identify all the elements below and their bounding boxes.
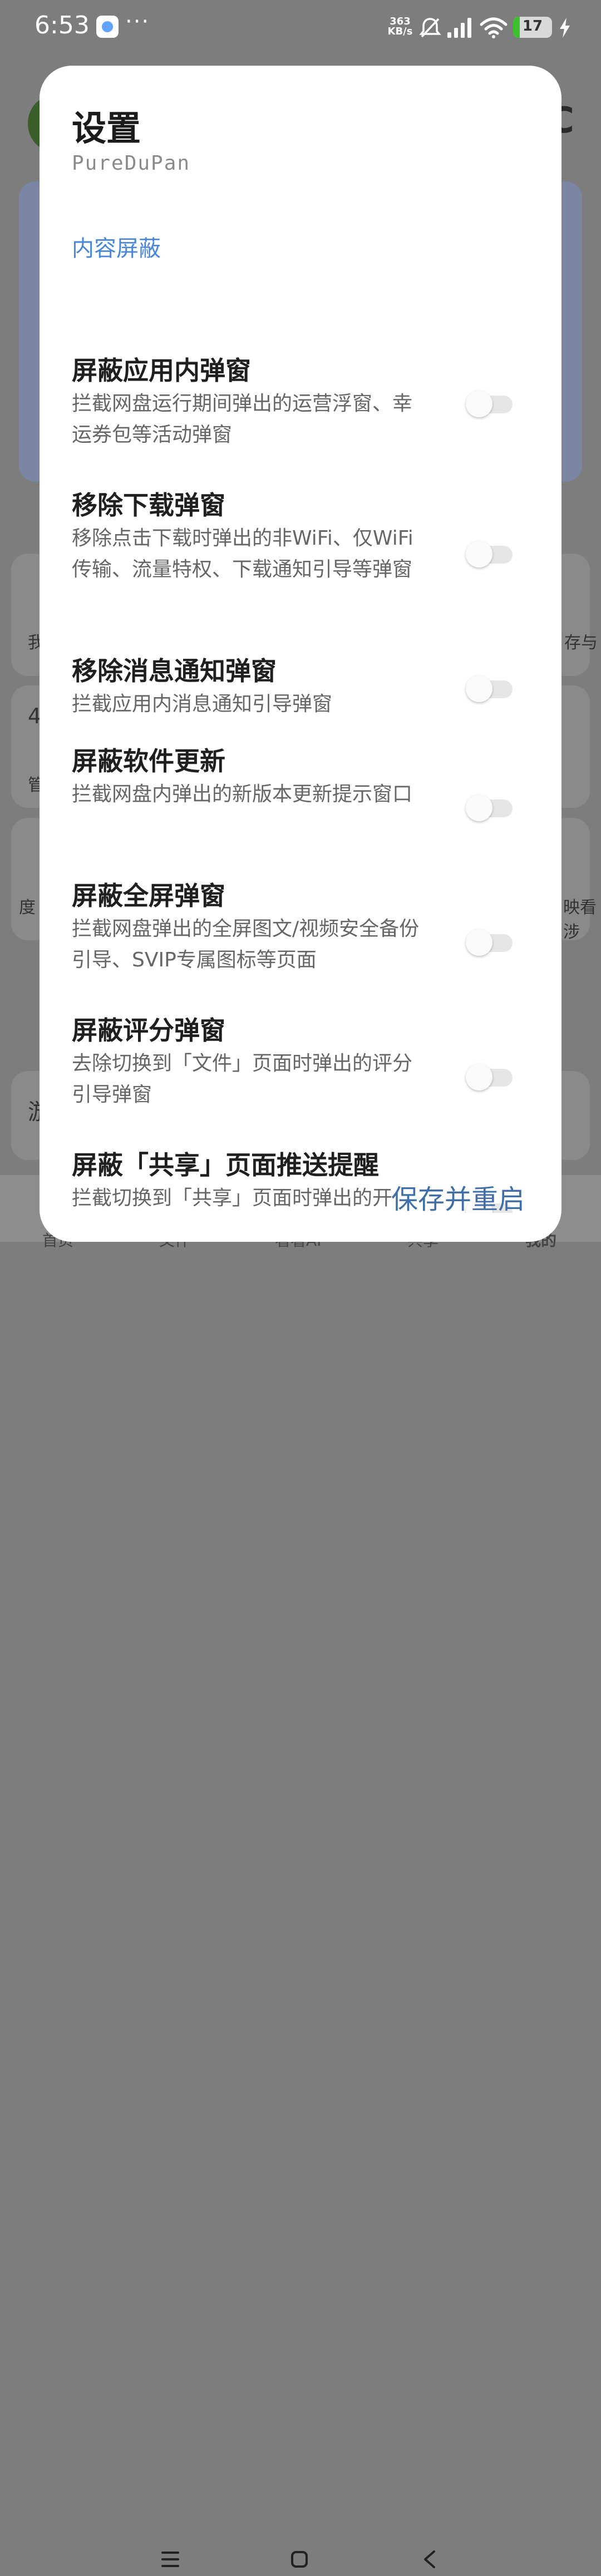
toggle-thumb [466,675,492,702]
signal-icon [447,18,471,38]
toggle-block-rating-popups[interactable] [466,1064,516,1090]
toggle-block-software-update[interactable] [466,794,516,821]
baidu-netdisk-icon [96,16,119,38]
setting-item-block-rating-popups[interactable]: 屏蔽评分弹窗 去除切换到「文件」页面时弹出的评分引导弹窗 [72,1014,550,1111]
toggle-block-fullscreen-popups[interactable] [466,929,516,956]
speed-unit: KB/s [387,26,413,37]
network-speed: 363 KB/s [385,17,415,37]
settings-list[interactable]: 屏蔽应用内弹窗 拦截网盘运行期间弹出的运营浮窗、幸运券包等活动弹窗 移除下载弹窗… [40,285,561,1213]
setting-title: 移除下载弹窗 [72,490,225,520]
toggle-thumb [466,929,492,956]
setting-description: 拦截网盘弹出的全屏图文/视频安全备份引导、SVIP专属图标等页面 [72,917,420,971]
setting-item-remove-download-popups[interactable]: 移除下载弹窗 移除点击下载时弹出的非WiFi、仅WiFi传输、流量特权、下载通知… [72,488,550,585]
dialog-subtitle: PureDuPan [72,152,191,175]
home-icon[interactable] [283,2543,316,2576]
status-time: 6:53 [35,11,90,40]
bg-fragment: 映看涉 [563,898,597,942]
bg-fragment: 度 [19,898,36,917]
silent-bell-icon [419,18,441,38]
settings-dialog: 设置 PureDuPan 内容屏蔽 屏蔽应用内弹窗 拦截网盘运行期间弹出的运营浮… [40,66,561,1242]
bg-fragment: 存与 [564,633,598,653]
charging-icon [560,18,570,38]
setting-description: 去除切换到「文件」页面时弹出的评分引导弹窗 [72,1052,413,1106]
setting-title: 屏蔽评分弹窗 [72,1015,225,1045]
setting-title: 屏蔽全屏弹窗 [72,881,225,911]
wifi-icon [480,17,508,38]
toggle-thumb [466,391,492,417]
more-notifications-icon: ··· [125,9,150,34]
toggle-thumb [466,541,492,567]
toggle-block-in-app-popups[interactable] [466,391,516,417]
setting-description: 拦截切换到「共享」页面时弹出的开 [72,1187,393,1210]
toggle-thumb [466,794,492,821]
setting-description: 拦截网盘内弹出的新版本更新提示窗口 [72,783,413,806]
toggle-remove-notification-popups[interactable] [466,675,516,702]
status-bar: 6:53 ··· 363 KB/s 17 [0,0,601,56]
setting-description: 拦截网盘运行期间弹出的运营浮窗、幸运券包等活动弹窗 [72,392,413,446]
save-and-restart-button[interactable]: 保存并重启 [391,1177,525,1216]
setting-description: 拦截应用内消息通知引导弹窗 [72,693,333,715]
setting-item-block-fullscreen-popups[interactable]: 屏蔽全屏弹窗 拦截网盘弹出的全屏图文/视频安全备份引导、SVIP专属图标等页面 [72,879,550,976]
system-nav-bar [0,1263,601,2568]
dialog-title: 设置 [72,108,141,149]
menu-icon[interactable] [154,2543,187,2576]
toggle-thumb [466,1064,492,1090]
toggle-remove-download-popups[interactable] [466,541,516,567]
battery-indicator: 17 [513,17,552,38]
battery-level: 17 [522,18,543,34]
setting-description: 移除点击下载时弹出的非WiFi、仅WiFi传输、流量特权、下载通知引导等弹窗 [72,527,413,581]
section-header-content-block: 内容屏蔽 [72,236,161,261]
back-icon[interactable] [413,2543,446,2576]
setting-title: 屏蔽软件更新 [72,746,225,776]
setting-title: 屏蔽「共享」页面推送提醒 [72,1150,379,1180]
setting-title: 屏蔽应用内弹窗 [72,356,251,386]
